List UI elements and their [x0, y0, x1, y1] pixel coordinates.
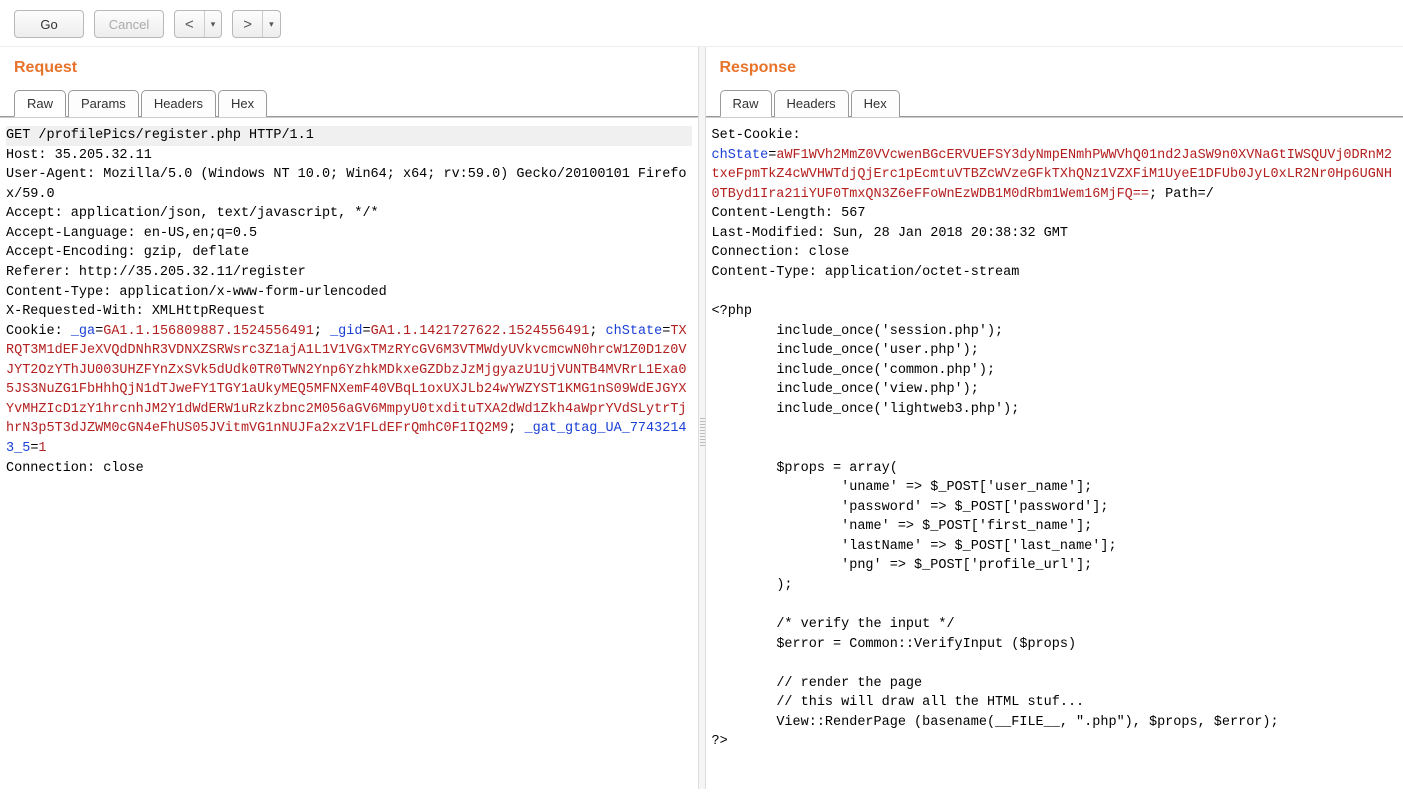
cookie-chstate-name: chState — [712, 148, 769, 163]
response-header-last-modified: Last-Modified: Sun, 28 Jan 2018 20:38:32… — [712, 226, 1068, 241]
toolbar: Go Cancel < ▾ > ▾ — [0, 0, 1403, 47]
request-tabs: Raw Params Headers Hex — [0, 89, 698, 117]
tab-hex[interactable]: Hex — [851, 90, 900, 117]
cookie-gid-name: _gid — [330, 324, 362, 339]
request-header-referer: Referer: http://35.205.32.11/register — [6, 265, 306, 280]
tab-raw[interactable]: Raw — [720, 90, 772, 117]
request-header-accept-language: Accept-Language: en-US,en;q=0.5 — [6, 226, 257, 241]
cookie-path: ; Path=/ — [1149, 187, 1214, 202]
cookie-chstate-value: TXRQT3M1dEFJeXVQdDNhR3VDNXZSRWsrc3Z1ajA1… — [6, 324, 687, 437]
cookie-ga-value: GA1.1.156809887.1524556491 — [103, 324, 314, 339]
request-panel: Request Raw Params Headers Hex GET /prof… — [0, 47, 698, 789]
tab-raw[interactable]: Raw — [14, 90, 66, 117]
request-header-host: Host: 35.205.32.11 — [6, 148, 152, 163]
response-header-content-type: Content-Type: application/octet-stream — [712, 265, 1020, 280]
cancel-button[interactable]: Cancel — [94, 10, 164, 38]
request-title: Request — [0, 47, 698, 83]
panel-splitter[interactable] — [698, 47, 706, 789]
tab-headers[interactable]: Headers — [774, 90, 849, 117]
chevron-left-icon: < — [175, 11, 205, 37]
response-body: <?php include_once('session.php'); inclu… — [712, 304, 1279, 749]
response-panel: Response Raw Headers Hex Set-Cookie: chS… — [706, 47, 1403, 789]
go-button[interactable]: Go — [14, 10, 84, 38]
request-header-connection: Connection: close — [6, 461, 144, 476]
response-tabs: Raw Headers Hex — [706, 89, 1403, 117]
response-header-set-cookie-label: Set-Cookie: — [712, 128, 801, 143]
next-button[interactable]: > ▾ — [232, 10, 280, 38]
panels-container: Request Raw Params Headers Hex GET /prof… — [0, 47, 1403, 789]
response-title: Response — [706, 47, 1403, 83]
request-header-accept-encoding: Accept-Encoding: gzip, deflate — [6, 245, 249, 260]
request-header-cookie-label: Cookie: — [6, 324, 71, 339]
response-content[interactable]: Set-Cookie: chState=aWF1WVh2MmZ0VVcwenBG… — [706, 117, 1403, 789]
response-header-connection: Connection: close — [712, 245, 850, 260]
dropdown-icon[interactable]: ▾ — [205, 11, 222, 37]
prev-button[interactable]: < ▾ — [174, 10, 222, 38]
request-header-content-type: Content-Type: application/x-www-form-url… — [6, 285, 387, 300]
tab-headers[interactable]: Headers — [141, 90, 216, 117]
dropdown-icon[interactable]: ▾ — [263, 11, 280, 37]
request-content[interactable]: GET /profilePics/register.php HTTP/1.1 Ho… — [0, 117, 698, 789]
request-header-ua: User-Agent: Mozilla/5.0 (Windows NT 10.0… — [6, 167, 687, 202]
cookie-chstate-value: aWF1WVh2MmZ0VVcwenBGcERVUEFSY3dyNmpENmhP… — [712, 148, 1393, 202]
request-header-accept: Accept: application/json, text/javascrip… — [6, 206, 379, 221]
request-line: GET /profilePics/register.php HTTP/1.1 — [6, 126, 692, 146]
cookie-gat-value: 1 — [38, 441, 46, 456]
tab-params[interactable]: Params — [68, 90, 139, 117]
cookie-gid-value: GA1.1.1421727622.1524556491 — [371, 324, 590, 339]
cookie-ga-name: _ga — [71, 324, 95, 339]
tab-hex[interactable]: Hex — [218, 90, 267, 117]
cookie-chstate-name: chState — [606, 324, 663, 339]
request-header-x-requested-with: X-Requested-With: XMLHttpRequest — [6, 304, 265, 319]
chevron-right-icon: > — [233, 11, 263, 37]
response-header-content-length: Content-Length: 567 — [712, 206, 866, 221]
